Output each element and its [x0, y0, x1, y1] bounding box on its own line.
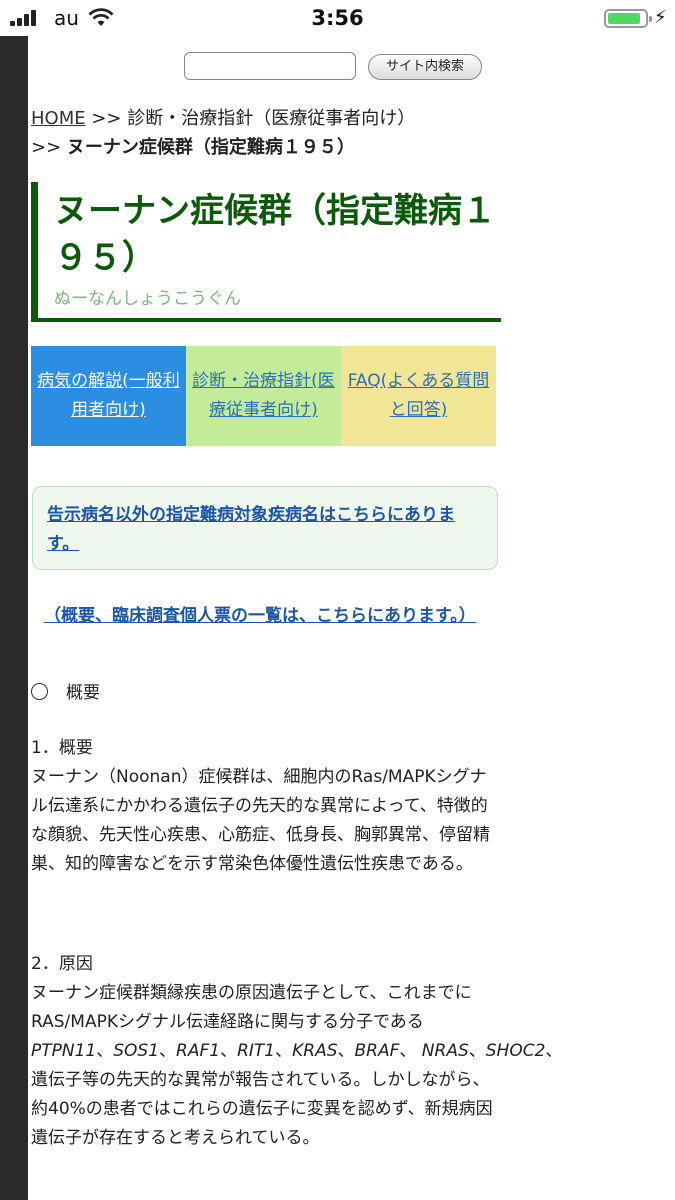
- breadcrumb-parent: 診断・治療指針（医療従事者向け）: [127, 108, 416, 129]
- battery-level: [608, 13, 640, 24]
- outline-label: 概要: [66, 683, 100, 703]
- circle-bullet-icon: [31, 683, 48, 700]
- site-search-button[interactable]: サイト内検索: [368, 54, 482, 80]
- overview-list-link[interactable]: （概要、臨床調査個人票の一覧は、こちらにあります。）: [44, 602, 504, 631]
- tab-general-explanation[interactable]: 病気の解説(一般利用者向け): [31, 346, 186, 446]
- outline-heading: 概要: [31, 678, 100, 703]
- breadcrumb-separator: >>: [31, 137, 62, 158]
- section-cause: 2．原因 ヌーナン症候群類縁疾患の原因遺伝子として、これまでにRAS/MAPKシ…: [31, 950, 563, 1153]
- page-title: ヌーナン症候群（指定難病１９５）: [54, 191, 496, 278]
- section-intro: ヌーナン症候群類縁疾患の原因遺伝子として、これまでにRAS/MAPKシグナル伝達…: [31, 983, 472, 1032]
- breadcrumb-separator: >>: [91, 108, 122, 129]
- gene-name: SOS1: [113, 1041, 160, 1061]
- gene-name: RIT1: [237, 1041, 276, 1061]
- section-text: ヌーナン（Noonan）症候群は、細胞内のRas/MAPKシグナル伝達系にかかわ…: [31, 767, 490, 874]
- search-input[interactable]: [184, 52, 356, 80]
- tab-label: 診断・治療指針(医療従事者向け): [192, 371, 335, 420]
- gene-name: RAF1: [176, 1041, 221, 1061]
- tab-label: 病気の解説(一般利用者向け): [37, 371, 180, 420]
- category-tabs: 病気の解説(一般利用者向け) 診断・治療指針(医療従事者向け) FAQ(よくある…: [31, 346, 497, 446]
- tab-diagnosis-guidelines[interactable]: 診断・治療指針(医療従事者向け): [186, 346, 341, 446]
- page-content: サイト内検索 HOME >> 診断・治療指針（医療従事者向け） >> ヌーナン症…: [28, 36, 675, 1200]
- status-bar: au 3:56 ⚡︎: [0, 0, 675, 36]
- other-disease-names-link[interactable]: 告示病名以外の指定難病対象疾病名はこちらにあります。: [47, 505, 455, 554]
- section-overview: 1．概要 ヌーナン（Noonan）症候群は、細胞内のRas/MAPKシグナル伝達…: [31, 734, 501, 879]
- gene-name: KRAS: [292, 1041, 338, 1061]
- clock: 3:56: [311, 6, 364, 30]
- tab-faq[interactable]: FAQ(よくある質問と回答): [341, 346, 496, 446]
- section-heading: 1．概要: [31, 738, 93, 758]
- gene-name: PTPN11: [31, 1041, 97, 1061]
- gene-name: SHOC2: [485, 1041, 546, 1061]
- gene-name: NRAS: [421, 1041, 469, 1061]
- page-title-block: ヌーナン症候群（指定難病１９５） ぬーなんしょうこうぐん: [31, 182, 501, 322]
- breadcrumb-home-link[interactable]: HOME: [31, 108, 86, 129]
- breadcrumb: HOME >> 診断・治療指針（医療従事者向け） >> ヌーナン症候群（指定難病…: [31, 104, 491, 162]
- breadcrumb-current: ヌーナン症候群（指定難病１９５）: [66, 137, 355, 158]
- left-rail: [0, 36, 28, 1200]
- charging-icon: ⚡︎: [654, 7, 667, 28]
- battery-icon: [604, 9, 652, 28]
- title-reading: ぬーなんしょうこうぐん: [54, 289, 241, 309]
- section-heading: 2．原因: [31, 954, 93, 974]
- gene-list: PTPN11、SOS1、RAF1、RIT1、KRAS、BRAF、 NRAS、SH…: [31, 1041, 563, 1061]
- section-text: 遺伝子等の先天的な異常が報告されている。しかしながら、約40%の患者ではこれらの…: [31, 1070, 493, 1148]
- gene-name: BRAF: [354, 1041, 400, 1061]
- tab-label: FAQ(よくある質問と回答): [347, 371, 490, 420]
- notice-box: 告示病名以外の指定難病対象疾病名はこちらにあります。: [32, 486, 498, 570]
